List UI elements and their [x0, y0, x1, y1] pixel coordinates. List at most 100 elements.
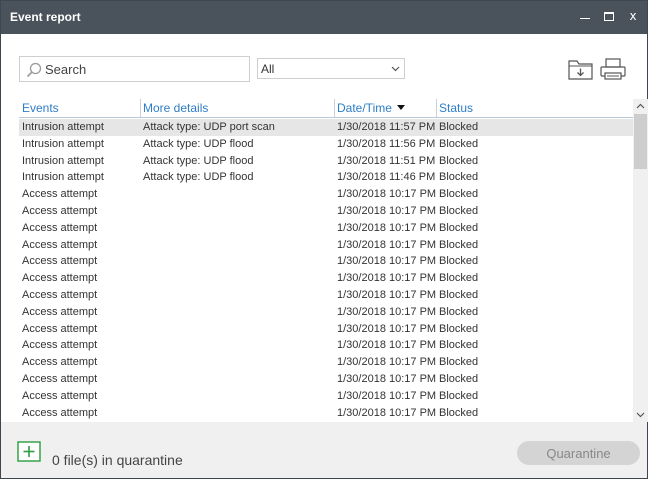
status-cell: Blocked — [439, 121, 479, 133]
status-cell: Blocked — [439, 154, 479, 167]
date-time-cell: 1/30/2018 10:17 PM — [337, 322, 437, 335]
column-divider[interactable] — [140, 99, 141, 117]
status-cell: Blocked — [439, 255, 479, 268]
maximize-icon — [604, 11, 614, 21]
table-row[interactable]: Access attempt 1/30/2018 10:17 PM Blocked — [19, 405, 633, 422]
footer-bar: 0 file(s) in quarantine Quarantine — [1, 422, 647, 478]
sort-descending-icon — [396, 105, 405, 110]
status-cell: Blocked — [439, 238, 479, 251]
date-time-cell: 1/30/2018 11:51 PM — [337, 154, 436, 167]
folder-download-icon — [568, 60, 593, 80]
search-icon — [26, 62, 42, 78]
date-time-cell: 1/30/2018 10:17 PM — [337, 238, 437, 251]
column-header-more-details[interactable]: More details — [143, 101, 208, 115]
date-time-cell: 1/30/2018 10:17 PM — [337, 255, 437, 268]
column-header-date-time[interactable]: Date/Time — [337, 101, 405, 115]
event-cell: Intrusion attempt — [22, 121, 104, 133]
vertical-scrollbar[interactable] — [633, 99, 648, 422]
status-cell: Blocked — [439, 272, 479, 285]
status-cell: Blocked — [439, 406, 479, 419]
search-input[interactable] — [45, 60, 245, 78]
status-cell: Blocked — [439, 204, 479, 217]
scroll-up-button[interactable] — [633, 99, 648, 113]
status-cell: Blocked — [439, 221, 479, 234]
status-cell: Blocked — [439, 137, 479, 150]
printer-icon — [600, 58, 626, 80]
table-row[interactable]: Access attempt 1/30/2018 10:17 PM Blocked — [19, 388, 633, 405]
table-row[interactable]: Intrusion attempt Attack type: UDP flood 1… — [19, 153, 633, 170]
event-report-window: Event report x All — [0, 0, 648, 479]
plus-icon — [17, 441, 41, 462]
quarantine-button[interactable]: Quarantine — [517, 441, 640, 465]
table-body: Intrusion attempt Attack type: UDP port s… — [19, 119, 633, 421]
export-button[interactable] — [567, 56, 595, 82]
table-row[interactable]: Access attempt 1/30/2018 10:17 PM Blocked — [19, 371, 633, 388]
column-header-date-time-label: Date/Time — [337, 101, 392, 115]
event-cell: Access attempt — [22, 322, 98, 335]
event-cell: Access attempt — [22, 238, 98, 251]
status-cell: Blocked — [439, 288, 479, 301]
add-file-button[interactable] — [17, 441, 41, 463]
chevron-down-icon — [391, 66, 400, 72]
date-time-cell: 1/30/2018 10:17 PM — [337, 305, 437, 318]
table-row[interactable]: Access attempt 1/30/2018 10:17 PM Blocked — [19, 321, 633, 338]
column-divider[interactable] — [436, 99, 437, 117]
date-time-cell: 1/30/2018 10:17 PM — [337, 406, 437, 419]
date-time-cell: 1/30/2018 11:56 PM — [337, 137, 436, 150]
date-time-cell: 1/30/2018 10:17 PM — [337, 356, 437, 369]
filter-selected-value: All — [261, 62, 275, 76]
scroll-down-button[interactable] — [633, 408, 648, 422]
column-divider[interactable] — [334, 99, 335, 117]
table-row[interactable]: Access attempt 1/30/2018 10:17 PM Blocked — [19, 220, 633, 237]
print-button[interactable] — [599, 56, 627, 82]
event-cell: Access attempt — [22, 356, 98, 369]
status-cell: Blocked — [439, 305, 479, 318]
table-row[interactable]: Intrusion attempt Attack type: UDP flood 1… — [19, 169, 633, 186]
table-row[interactable]: Access attempt 1/30/2018 10:17 PM Blocked — [19, 237, 633, 254]
column-header-events[interactable]: Events — [22, 101, 59, 115]
title-bar[interactable]: Event report x — [1, 1, 647, 34]
event-cell: Access attempt — [22, 272, 98, 285]
event-cell: Intrusion attempt — [22, 154, 104, 167]
close-button[interactable]: x — [622, 5, 644, 27]
details-cell: Attack type: UDP flood — [143, 154, 254, 167]
status-cell: Blocked — [439, 322, 479, 335]
table-row[interactable]: Access attempt 1/30/2018 10:17 PM Blocked — [19, 337, 633, 354]
table-row[interactable]: Access attempt 1/30/2018 10:17 PM Blocked — [19, 304, 633, 321]
column-header-status[interactable]: Status — [439, 101, 473, 115]
status-cell: Blocked — [439, 171, 479, 184]
table-row[interactable]: Access attempt 1/30/2018 10:17 PM Blocked — [19, 253, 633, 270]
table-row[interactable]: Access attempt 1/30/2018 10:17 PM Blocked — [19, 270, 633, 287]
status-cell: Blocked — [439, 339, 479, 352]
scrollbar-thumb[interactable] — [634, 114, 647, 169]
quarantine-count-text: 0 file(s) in quarantine — [52, 452, 183, 468]
date-time-cell: 1/30/2018 10:17 PM — [337, 204, 437, 217]
event-cell: Access attempt — [22, 339, 98, 352]
table-row[interactable]: Access attempt 1/30/2018 10:17 PM Blocked — [19, 186, 633, 203]
date-time-cell: 1/30/2018 10:17 PM — [337, 221, 437, 234]
table-header: Events More details Date/Time Status — [19, 99, 633, 118]
event-cell: Access attempt — [22, 255, 98, 268]
maximize-button[interactable] — [598, 5, 620, 27]
close-icon: x — [629, 9, 637, 23]
details-cell: Attack type: UDP flood — [143, 171, 254, 184]
window-title: Event report — [10, 10, 81, 24]
event-cell: Intrusion attempt — [22, 171, 104, 184]
event-cell: Access attempt — [22, 204, 98, 217]
date-time-cell: 1/30/2018 11:57 PM — [337, 121, 436, 133]
search-box[interactable] — [19, 56, 250, 82]
date-time-cell: 1/30/2018 10:17 PM — [337, 288, 437, 301]
minimize-button[interactable] — [574, 5, 596, 27]
table-row[interactable]: Access attempt 1/30/2018 10:17 PM Blocked — [19, 203, 633, 220]
status-cell: Blocked — [439, 372, 479, 385]
table-row[interactable]: Access attempt 1/30/2018 10:17 PM Blocked — [19, 354, 633, 371]
event-cell: Access attempt — [22, 221, 98, 234]
event-filter-dropdown[interactable]: All — [257, 58, 405, 79]
table-row[interactable]: Intrusion attempt Attack type: UDP port s… — [19, 119, 633, 136]
table-row[interactable]: Access attempt 1/30/2018 10:17 PM Blocked — [19, 287, 633, 304]
table-row[interactable]: Intrusion attempt Attack type: UDP flood 1… — [19, 136, 633, 153]
date-time-cell: 1/30/2018 10:17 PM — [337, 372, 437, 385]
status-cell: Blocked — [439, 188, 479, 201]
chevron-up-icon — [636, 103, 645, 109]
event-cell: Access attempt — [22, 372, 98, 385]
